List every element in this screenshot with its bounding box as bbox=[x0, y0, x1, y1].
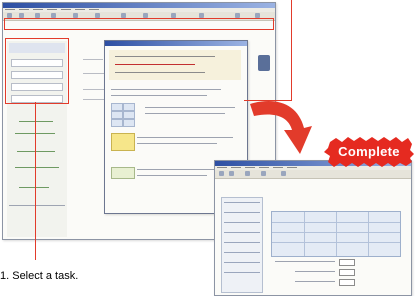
result-table bbox=[271, 211, 401, 257]
task-link[interactable] bbox=[19, 187, 49, 188]
result-field[interactable] bbox=[339, 269, 355, 276]
task-panel-divider bbox=[9, 205, 65, 206]
dialog-text bbox=[111, 95, 207, 96]
toolbar-button[interactable] bbox=[281, 171, 286, 176]
result-text bbox=[295, 271, 335, 272]
dialog-grid bbox=[111, 103, 141, 133]
dialog-text bbox=[137, 175, 207, 176]
doc-text-line bbox=[83, 89, 105, 90]
dialog-header bbox=[109, 50, 241, 80]
complete-badge-label: Complete bbox=[338, 144, 400, 159]
dialog-note bbox=[111, 167, 135, 179]
toolbar-button[interactable] bbox=[245, 171, 250, 176]
result-text bbox=[275, 261, 335, 262]
result-text bbox=[295, 281, 335, 282]
curved-arrow-icon bbox=[250, 101, 312, 154]
result-toolbar bbox=[215, 170, 411, 179]
result-sidebar[interactable] bbox=[221, 197, 263, 293]
doc-text-line bbox=[83, 59, 103, 60]
toolbar-button[interactable] bbox=[229, 171, 234, 176]
toolbar-button[interactable] bbox=[219, 171, 224, 176]
result-field[interactable] bbox=[339, 259, 355, 266]
task-link[interactable] bbox=[17, 151, 55, 152]
task-panel-callout-box bbox=[5, 38, 69, 104]
dialog-text bbox=[111, 89, 221, 90]
result-window bbox=[214, 160, 412, 296]
dialog-text bbox=[145, 107, 235, 108]
dialog-text bbox=[137, 137, 233, 138]
toolbar-callout-line bbox=[291, 0, 292, 28]
task-callout-line bbox=[35, 102, 36, 260]
select-task-caption: 1. Select a task. bbox=[0, 270, 79, 282]
result-field[interactable] bbox=[339, 279, 355, 286]
help-icon[interactable] bbox=[258, 55, 270, 71]
task-link[interactable] bbox=[15, 167, 59, 168]
complete-badge: Complete bbox=[324, 136, 414, 168]
dialog-titlebar bbox=[105, 41, 247, 46]
dialog-text bbox=[145, 113, 225, 114]
dialog-text bbox=[137, 143, 217, 144]
toolbar-callout-box bbox=[4, 18, 274, 30]
toolbar-button[interactable] bbox=[261, 171, 266, 176]
task-link[interactable] bbox=[19, 121, 53, 122]
dialog-note bbox=[111, 133, 135, 151]
